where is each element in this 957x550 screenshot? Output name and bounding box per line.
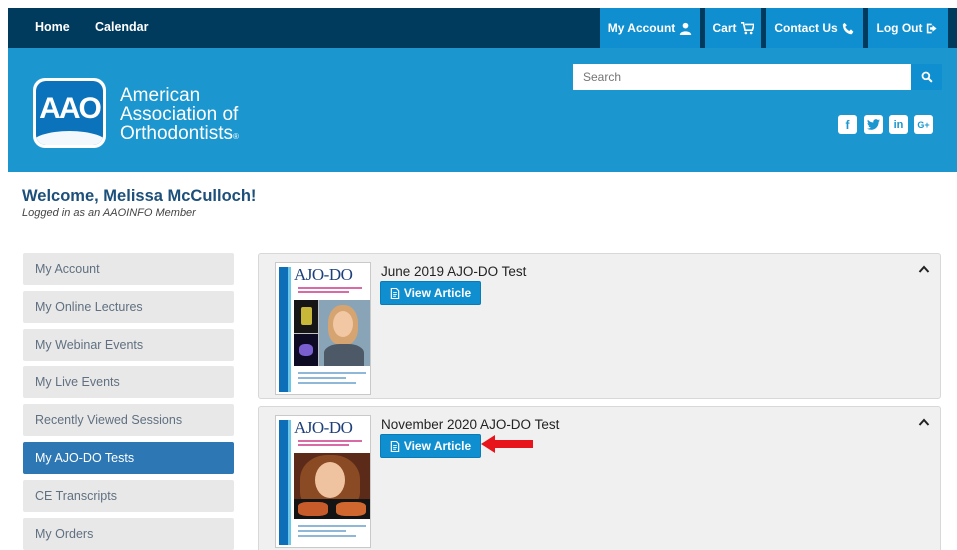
annotation-arrow-icon (481, 435, 533, 453)
cover-masthead: AJO-DO (294, 265, 353, 284)
journal-cover-image: AJO-DO (275, 415, 371, 548)
sidebar-item-recently-viewed-sessions[interactable]: Recently Viewed Sessions (23, 404, 234, 436)
sidebar-item-my-online-lectures[interactable]: My Online Lectures (23, 291, 234, 323)
log-out-label: Log Out (876, 21, 923, 35)
sidebar-item-my-orders[interactable]: My Orders (23, 518, 234, 550)
test-card: AJO-DO November 2020 AJO-DO Test View Ar… (258, 406, 941, 550)
sidebar-item-ce-transcripts[interactable]: CE Transcripts (23, 480, 234, 512)
nav-calendar-link[interactable]: Calendar (95, 20, 149, 34)
google-plus-icon[interactable]: G+ (914, 115, 933, 134)
org-name-line-3: Orthodontists (120, 123, 233, 144)
org-name-line-2: Association of (120, 104, 239, 125)
org-name-line-1: American (120, 85, 201, 106)
my-account-button[interactable]: My Account (600, 8, 700, 48)
cart-button[interactable]: Cart (705, 8, 761, 48)
twitter-icon[interactable] (864, 115, 883, 134)
sidebar-item-my-account[interactable]: My Account (23, 253, 234, 285)
journal-cover-image: AJO-DO (275, 262, 371, 395)
cart-icon (740, 21, 754, 34)
chevron-up-icon[interactable] (918, 417, 930, 427)
organization-name: American Association of Orthodontists® (120, 86, 239, 146)
logo-text: AAO (39, 92, 102, 125)
view-article-label: View Article (403, 286, 472, 300)
log-out-button[interactable]: Log Out (868, 8, 948, 48)
test-title: June 2019 AJO-DO Test (381, 264, 527, 279)
sign-out-icon (927, 23, 938, 33)
view-article-label: View Article (403, 439, 472, 453)
pdf-file-icon (390, 287, 400, 299)
my-account-label: My Account (607, 21, 676, 35)
user-icon (680, 22, 692, 35)
search-button[interactable] (911, 64, 942, 90)
view-article-button[interactable]: View Article (380, 281, 481, 305)
contact-us-label: Contact Us (774, 21, 838, 35)
search-bar (573, 64, 942, 90)
sidebar-item-my-webinar-events[interactable]: My Webinar Events (23, 329, 234, 361)
test-card: AJO-DO June 2019 AJO-DO Test View Articl… (258, 253, 941, 399)
test-title: November 2020 AJO-DO Test (381, 417, 560, 432)
cover-photo (294, 453, 370, 519)
cart-label: Cart (712, 21, 737, 35)
facebook-icon[interactable]: f (838, 115, 857, 134)
sidebar-item-my-ajo-do-tests[interactable]: My AJO-DO Tests (23, 442, 234, 474)
sidebar-item-my-live-events[interactable]: My Live Events (23, 366, 234, 398)
cover-masthead: AJO-DO (294, 418, 353, 437)
linkedin-icon[interactable]: in (889, 115, 908, 134)
cover-photo (294, 300, 370, 366)
contact-us-button[interactable]: Contact Us (766, 8, 863, 48)
aao-logo[interactable]: AAO (33, 78, 106, 148)
header-banner: AAO American Association of Orthodontist… (8, 48, 957, 172)
top-nav-bar: Home Calendar My Account Cart Contact Us… (8, 8, 957, 48)
registered-mark: ® (233, 132, 239, 141)
search-icon (921, 71, 933, 83)
pdf-file-icon (390, 440, 400, 452)
phone-icon (842, 22, 854, 34)
view-article-button[interactable]: View Article (380, 434, 481, 458)
chevron-up-icon[interactable] (918, 264, 930, 274)
nav-home-link[interactable]: Home (35, 20, 70, 34)
welcome-heading: Welcome, Melissa McCulloch! (22, 187, 257, 205)
membership-status: Logged in as an AAOINFO Member (22, 207, 196, 219)
search-input[interactable] (573, 64, 911, 90)
